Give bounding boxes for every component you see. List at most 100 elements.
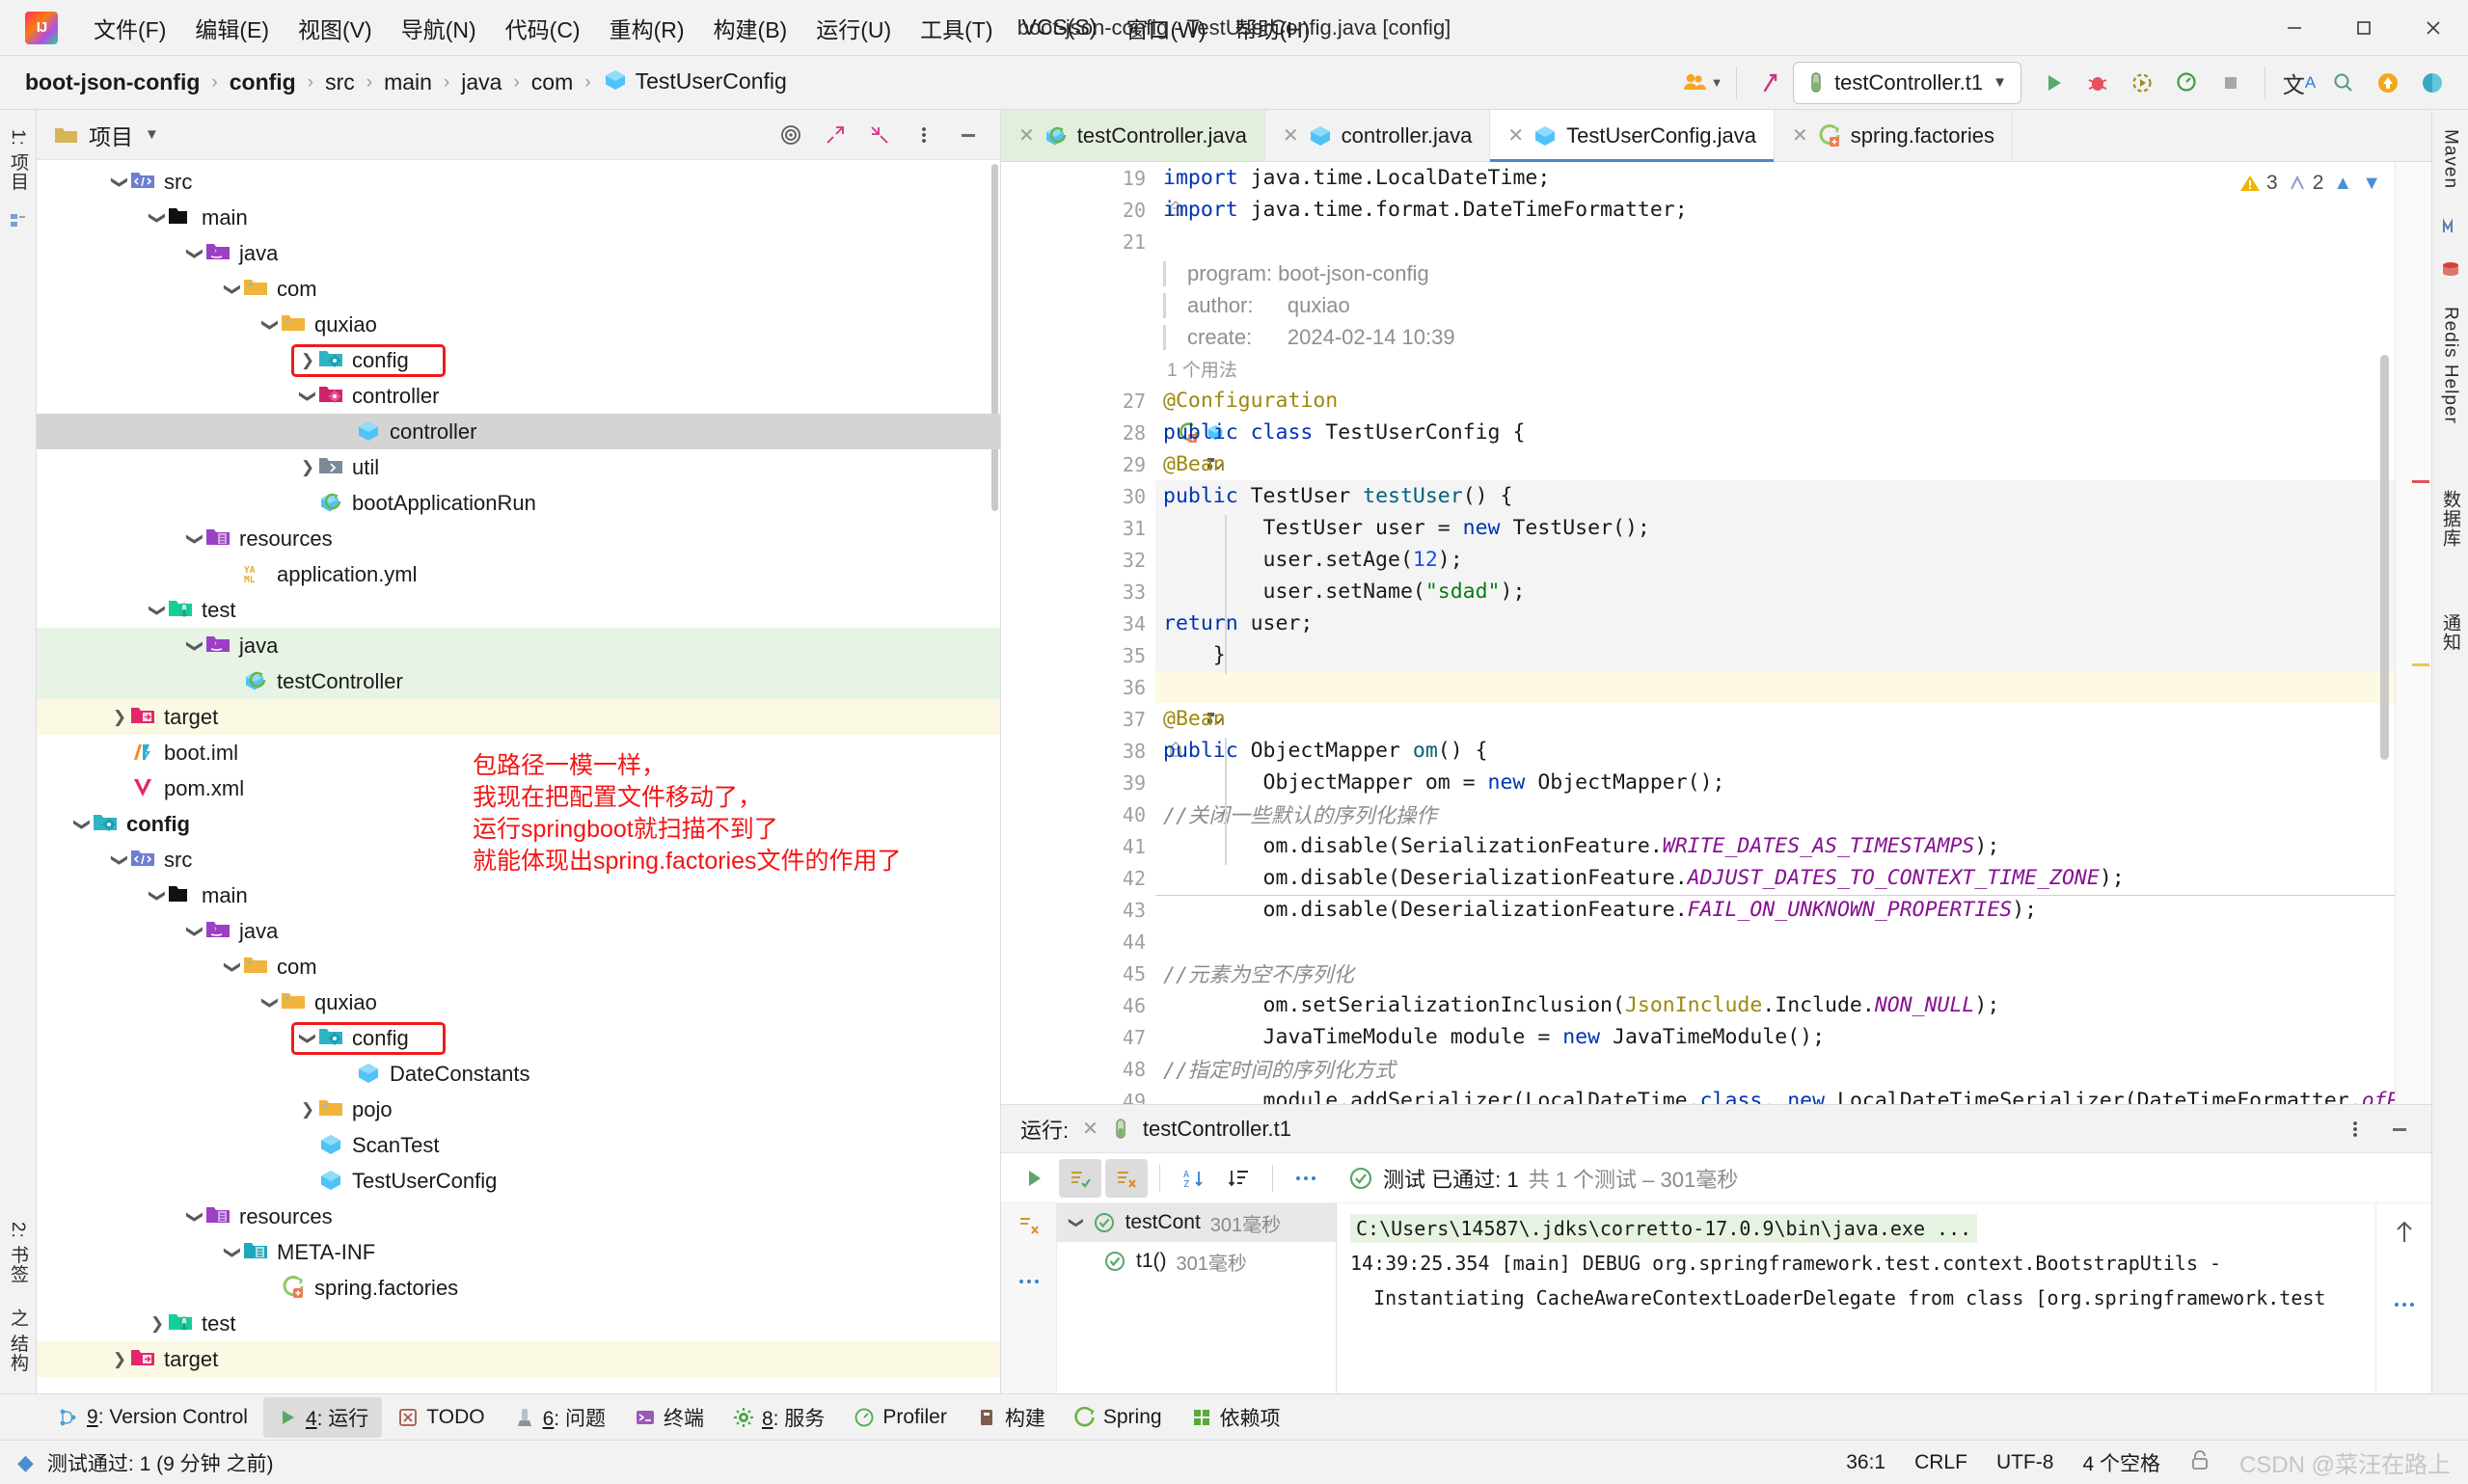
console-more-icon[interactable] (2392, 1290, 2417, 1315)
gutter-line-number[interactable]: 43 (1001, 894, 1155, 926)
gutter-line-number[interactable]: 47 (1001, 1021, 1155, 1053)
editor-gutter[interactable]: 19 20 21 27 28 29 30 31 32 33 34 35 36 37 38 39 40 41 42 4… (1001, 162, 1223, 1105)
code-line[interactable]: import java.time.format.DateTimeFormatte… (1155, 194, 2431, 226)
tree-row[interactable]: ❯ util (37, 449, 1000, 485)
tree-row[interactable]: ❯ quxiao (37, 307, 1000, 342)
gutter-line-number[interactable]: 49 (1001, 1085, 1155, 1105)
gutter-line-number[interactable]: 48 (1001, 1053, 1155, 1085)
editor-tab[interactable]: ✕ TestUserConfig.java (1490, 110, 1776, 162)
tree-row[interactable]: ❯ java (37, 913, 1000, 949)
chevron-right-icon[interactable]: ❯ (297, 1100, 318, 1120)
tab-close-icon[interactable]: ✕ (1018, 123, 1035, 148)
tool-window-button-todo[interactable]: TODO (384, 1400, 498, 1435)
gutter-line-number[interactable] (1001, 257, 1155, 289)
code-line[interactable] (1155, 226, 2431, 257)
gutter-line-number[interactable]: 35 (1001, 639, 1181, 671)
gutter-line-number[interactable]: 27 (1001, 385, 1155, 417)
gutter-line-number[interactable]: 29 (1001, 448, 1223, 480)
chevron-down-icon[interactable]: ❯ (260, 992, 280, 1013)
chevron-down-icon[interactable]: ❯ (185, 243, 204, 264)
gutter-line-number[interactable]: 28 (1001, 417, 1223, 448)
code-line[interactable]: 1 个用法 (1155, 353, 2431, 385)
tree-row[interactable]: ❯ main (37, 877, 1000, 913)
menu-navigate[interactable]: 导航(N) (387, 5, 491, 51)
tree-row[interactable]: ❯ com (37, 949, 1000, 985)
test-results-tree[interactable]: ❯ testCont 301毫秒 t1() 301毫秒 (1057, 1203, 1337, 1393)
hide-run-panel-icon[interactable] (2377, 1108, 2422, 1150)
rail-structure-icon[interactable] (6, 208, 31, 233)
breadcrumb-item-java[interactable]: java (461, 69, 502, 95)
tool-window-button-6-[interactable]: 6: 问题 (501, 1397, 619, 1438)
breadcrumb-item-main[interactable]: main (384, 69, 432, 95)
chevron-down-icon[interactable]: ❯ (298, 1028, 317, 1049)
chevron-right-icon[interactable]: ❯ (109, 708, 130, 727)
code-line[interactable]: module.addSerializer(LocalDateTime. class… (1155, 1085, 2431, 1104)
breadcrumb-item-config[interactable]: config (230, 69, 296, 95)
tree-row[interactable]: ❯ target (37, 699, 1000, 735)
chevron-down-icon[interactable]: ❯ (110, 850, 129, 871)
menu-code[interactable]: 代码(C) (491, 5, 595, 51)
code-line[interactable]: program: boot-json-config (1155, 257, 2431, 289)
code-line[interactable]: ObjectMapper om = new ObjectMapper(); (1155, 767, 2431, 798)
maximize-button[interactable] (2329, 1, 2399, 55)
rail-notifications[interactable]: 通知 (2435, 606, 2465, 660)
tree-row[interactable]: ❯ main (37, 200, 1000, 235)
code-line[interactable]: public class TestUserConfig { (1155, 417, 2431, 448)
gutter-line-number[interactable]: 38 (1001, 735, 1181, 767)
gutter-line-number[interactable]: 19 (1001, 162, 1155, 194)
gutter-line-number[interactable] (1001, 321, 1155, 353)
tool-window-button-4-[interactable]: 4: 运行 (262, 1396, 383, 1438)
ide-assistant-icon[interactable] (2410, 62, 2454, 104)
gutter-line-number[interactable]: 30 (1001, 480, 1181, 512)
tree-row[interactable]: ❯ com (37, 271, 1000, 307)
run-rail-more-icon[interactable] (1017, 1267, 1042, 1292)
chevron-right-icon[interactable]: ❯ (297, 351, 318, 370)
chevron-down-icon[interactable]: ❯ (148, 600, 167, 621)
gutter-line-number[interactable]: 36 (1001, 671, 1155, 703)
gutter-line-number[interactable]: 31 (1001, 512, 1155, 544)
menu-help[interactable]: 帮助(H) (1221, 5, 1325, 51)
tree-row[interactable]: ❯ pojo (37, 1092, 1000, 1127)
tree-row[interactable]: ❯ quxiao (37, 985, 1000, 1020)
chevron-down-icon[interactable]: ❯ (72, 814, 92, 835)
show-ignored-toggle[interactable] (1105, 1158, 1148, 1198)
show-passed-toggle[interactable] (1059, 1158, 1101, 1198)
menu-tools[interactable]: 工具(T) (906, 5, 1007, 51)
sort-by-duration-button[interactable] (1218, 1159, 1261, 1198)
gutter-line-number[interactable]: 21 (1001, 226, 1155, 257)
tree-row[interactable]: ❯ java (37, 628, 1000, 663)
code-line[interactable]: TestUser user = new TestUser(); (1155, 512, 2431, 544)
run-panel-options-icon[interactable] (2333, 1108, 2377, 1150)
editor-scrollbar[interactable] (2380, 355, 2389, 760)
tree-row[interactable]: ❯ target (37, 1341, 1000, 1377)
code-line[interactable]: om.disable(DeserializationFeature. FAIL_O… (1155, 894, 2431, 926)
tree-row[interactable]: · bootApplicationRun (37, 485, 1000, 521)
code-line[interactable]: return user; (1155, 607, 2431, 639)
code-line[interactable]: @Bean (1155, 448, 2431, 480)
file-encoding[interactable]: UTF-8 (1996, 1451, 2054, 1474)
run-configuration-selector[interactable]: testController.t1 ▼ (1793, 61, 2021, 104)
editor-tab[interactable]: ✕ spring.factories (1775, 110, 2013, 161)
chevron-down-icon[interactable]: ❯ (223, 1242, 242, 1263)
gutter-line-number[interactable]: 41 (1001, 830, 1155, 862)
run-more-options-icon[interactable] (1285, 1159, 1327, 1198)
project-options-icon[interactable] (902, 114, 946, 156)
code-line[interactable]: user.setAge(12); (1155, 544, 2431, 576)
editor-tab[interactable]: ✕ testController.java (1001, 110, 1265, 161)
code-line[interactable]: JavaTimeModule module = new JavaTimeModu… (1155, 1021, 2431, 1053)
editor-body[interactable]: 19 20 21 27 28 29 30 31 32 33 34 35 36 37 38 39 40 41 42 4… (1001, 162, 2431, 1104)
tool-window-button--[interactable]: 终端 (621, 1397, 718, 1438)
menu-window[interactable]: 窗口(W) (1111, 5, 1220, 51)
close-button[interactable] (2399, 1, 2468, 55)
menu-edit[interactable]: 编辑(E) (180, 5, 284, 51)
redis-icon[interactable] (2438, 256, 2463, 282)
code-line[interactable] (1155, 671, 2431, 703)
line-separator[interactable]: CRLF (1914, 1451, 1967, 1474)
tree-row[interactable]: ❯ controller (37, 378, 1000, 414)
tree-row[interactable]: ❯ config (37, 342, 1000, 378)
menu-build[interactable]: 构建(B) (699, 5, 802, 51)
code-line[interactable]: om.disable(SerializationFeature. WRITE_DA… (1155, 830, 2431, 862)
test-tree-row[interactable]: t1() 301毫秒 (1057, 1242, 1336, 1281)
menu-view[interactable]: 视图(V) (284, 5, 387, 51)
select-opened-file-icon[interactable] (769, 114, 813, 156)
